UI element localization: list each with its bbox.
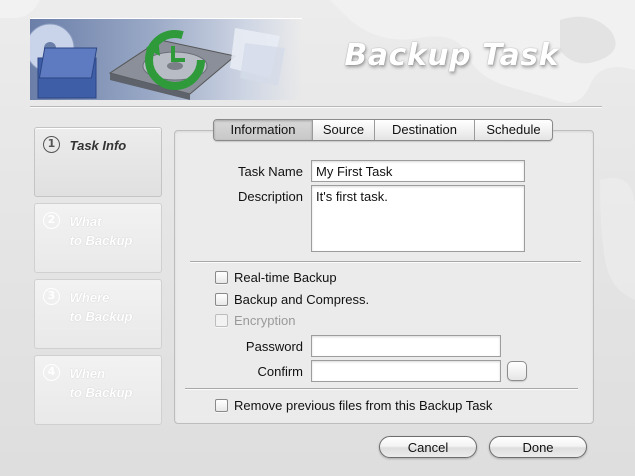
realtime-backup-label: Real-time Backup: [234, 270, 337, 285]
tab-destination[interactable]: Destination: [374, 120, 474, 140]
backup-drive-icon: [30, 23, 285, 100]
backup-compress-checkbox[interactable]: [215, 293, 228, 306]
window-title: Backup Task: [344, 38, 559, 73]
step-label: Task Info: [69, 138, 127, 153]
step-what-to-backup[interactable]: 2 What to Backup: [34, 203, 162, 273]
password-label: Password: [245, 339, 303, 354]
encryption-label: Encryption: [234, 313, 296, 328]
tab-bar: Information Source Destination Schedule: [213, 119, 553, 141]
confirm-label: Confirm: [257, 364, 303, 379]
show-password-button[interactable]: [507, 361, 527, 381]
step-number-icon: 4: [43, 364, 60, 381]
step-number-icon: 3: [43, 288, 60, 305]
description-textarea[interactable]: It's first task.: [311, 185, 525, 252]
step-number-icon: 1: [43, 136, 60, 153]
header: Backup Task: [0, 0, 635, 110]
step-number-icon: 2: [43, 212, 60, 229]
realtime-backup-row[interactable]: Real-time Backup: [215, 270, 337, 285]
remove-previous-label: Remove previous files from this Backup T…: [234, 398, 493, 413]
tab-source[interactable]: Source: [312, 120, 374, 140]
encryption-checkbox: [215, 314, 228, 327]
step-label: What to Backup: [69, 214, 133, 248]
encryption-row: Encryption: [215, 313, 295, 328]
task-name-input[interactable]: [311, 160, 525, 182]
backup-task-window: Backup Task 1 Task Info 2 What to Backup …: [0, 0, 635, 476]
tab-information[interactable]: Information: [214, 120, 312, 140]
backup-compress-label: Backup and Compress.: [234, 292, 370, 307]
section-divider: [190, 261, 581, 263]
step-when-to-backup[interactable]: 4 When to Backup: [34, 355, 162, 425]
tab-schedule[interactable]: Schedule: [474, 120, 552, 140]
backup-compress-row[interactable]: Backup and Compress.: [215, 292, 369, 307]
remove-previous-checkbox[interactable]: [215, 399, 228, 412]
confirm-field[interactable]: [311, 360, 501, 382]
step-label: When to Backup: [69, 366, 133, 400]
cancel-button[interactable]: Cancel: [379, 436, 477, 458]
done-button[interactable]: Done: [489, 436, 587, 458]
header-divider: [30, 106, 602, 108]
section-divider: [185, 388, 578, 390]
step-label: Where to Backup: [69, 290, 133, 324]
step-where-to-backup[interactable]: 3 Where to Backup: [34, 279, 162, 349]
description-label: Description: [237, 189, 303, 204]
task-name-label: Task Name: [237, 164, 303, 179]
step-task-info[interactable]: 1 Task Info: [34, 127, 162, 197]
remove-previous-row[interactable]: Remove previous files from this Backup T…: [215, 398, 492, 413]
password-field[interactable]: [311, 335, 501, 357]
realtime-backup-checkbox[interactable]: [215, 271, 228, 284]
